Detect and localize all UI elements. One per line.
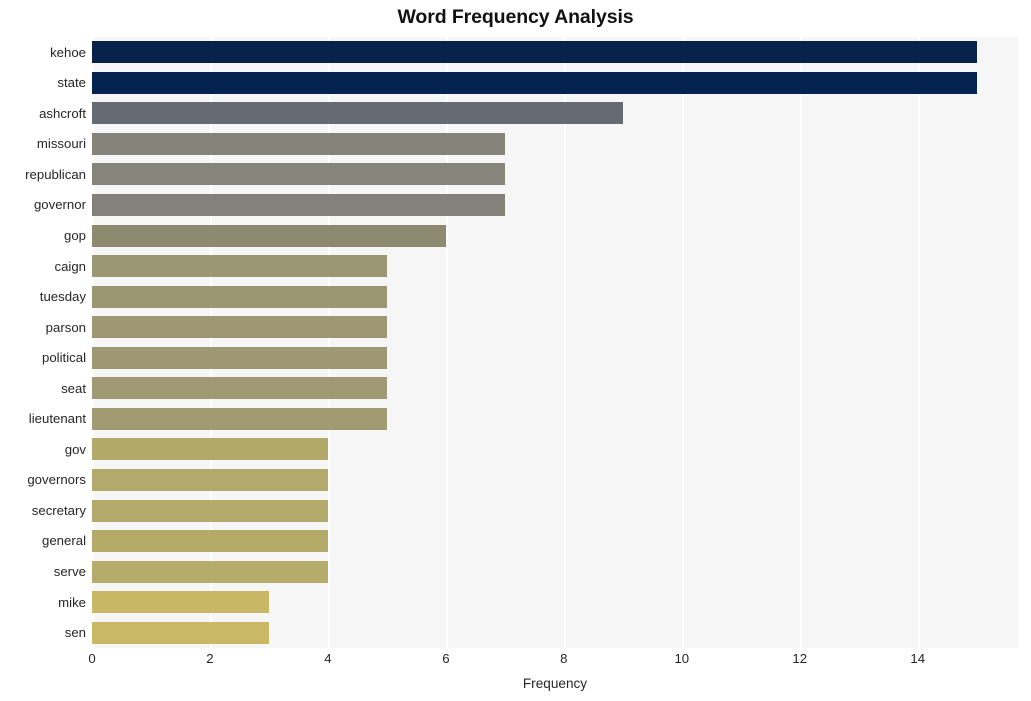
bar-row [92,220,1018,251]
bar-row [92,68,1018,99]
bar-state[interactable] [92,71,977,94]
bar-row [92,159,1018,190]
x-tick-label-4: 4 [324,651,332,666]
y-tick-label-tuesday: tuesday [39,289,86,305]
bar-kehoe[interactable] [92,41,977,64]
bar-row [92,495,1018,526]
bar-seat[interactable] [92,377,387,400]
x-tick-label-12: 12 [792,651,808,666]
x-axis-tick-labels: 0 2 4 6 8 10 12 14 [0,652,1031,674]
bar-mike[interactable] [92,591,269,614]
x-tick-label-2: 2 [206,651,214,666]
y-tick-label-political: political [42,350,86,366]
bar-row [92,37,1018,68]
x-tick-label-0: 0 [88,651,96,666]
y-tick-label-governors: governors [27,472,86,488]
y-tick-label-lieutenant: lieutenant [28,411,86,427]
bar-row [92,98,1018,129]
x-tick-label-6: 6 [442,651,450,666]
bar-row [92,434,1018,465]
bar-row [92,526,1018,557]
y-tick-label-secretary: secretary [31,502,86,518]
x-tick-label-14: 14 [910,651,926,666]
bar-row [92,251,1018,282]
bar-row [92,343,1018,374]
bar-tuesday[interactable] [92,285,387,308]
y-tick-label-parson: parson [45,319,86,335]
y-tick-label-republican: republican [25,166,86,182]
chart-title: Word Frequency Analysis [397,6,634,28]
bar-row [92,617,1018,648]
y-tick-label-seat: seat [61,380,86,396]
bar-sen[interactable] [92,621,269,644]
y-tick-label-governor: governor [33,197,86,213]
bar-row [92,129,1018,160]
y-tick-label-caign: caign [54,258,86,274]
bar-serve[interactable] [92,560,328,583]
y-tick-label-gov: gov [64,441,86,457]
bar-row [92,312,1018,343]
bar-row [92,587,1018,618]
y-axis-tick-labels: kehoe state ashcroft missouri republican gove… [0,37,86,648]
bar-row [92,465,1018,496]
x-axis-title: Frequency [522,676,588,691]
bar-row [92,281,1018,312]
word-frequency-chart-figure: Word Frequency Analysis kehoe state ashcro… [0,0,1031,701]
y-tick-label-serve: serve [53,564,86,580]
y-tick-label-gop: gop [63,227,86,243]
bar-parson[interactable] [92,316,387,339]
bar-republican[interactable] [92,163,505,186]
x-tick-label-8: 8 [560,651,568,666]
bar-ashcroft[interactable] [92,102,623,125]
bar-lieutenant[interactable] [92,407,387,430]
bar-row [92,190,1018,221]
y-tick-label-kehoe: kehoe [50,44,86,60]
bar-political[interactable] [92,346,387,369]
y-tick-label-general: general [42,533,86,549]
y-tick-label-mike: mike [58,594,86,610]
bar-gov[interactable] [92,438,328,461]
bar-general[interactable] [92,530,328,553]
y-tick-label-missouri: missouri [36,136,86,152]
bar-row [92,556,1018,587]
y-tick-label-state: state [57,75,86,91]
bar-caign[interactable] [92,255,387,278]
y-tick-label-sen: sen [64,625,86,641]
bars-layer [92,37,1018,648]
bar-governor[interactable] [92,194,505,217]
bar-governors[interactable] [92,468,328,491]
bar-row [92,373,1018,404]
bar-missouri[interactable] [92,132,505,155]
bar-secretary[interactable] [92,499,328,522]
x-tick-label-10: 10 [674,651,690,666]
y-tick-label-ashcroft: ashcroft [39,105,86,121]
bar-gop[interactable] [92,224,446,247]
bar-row [92,404,1018,435]
